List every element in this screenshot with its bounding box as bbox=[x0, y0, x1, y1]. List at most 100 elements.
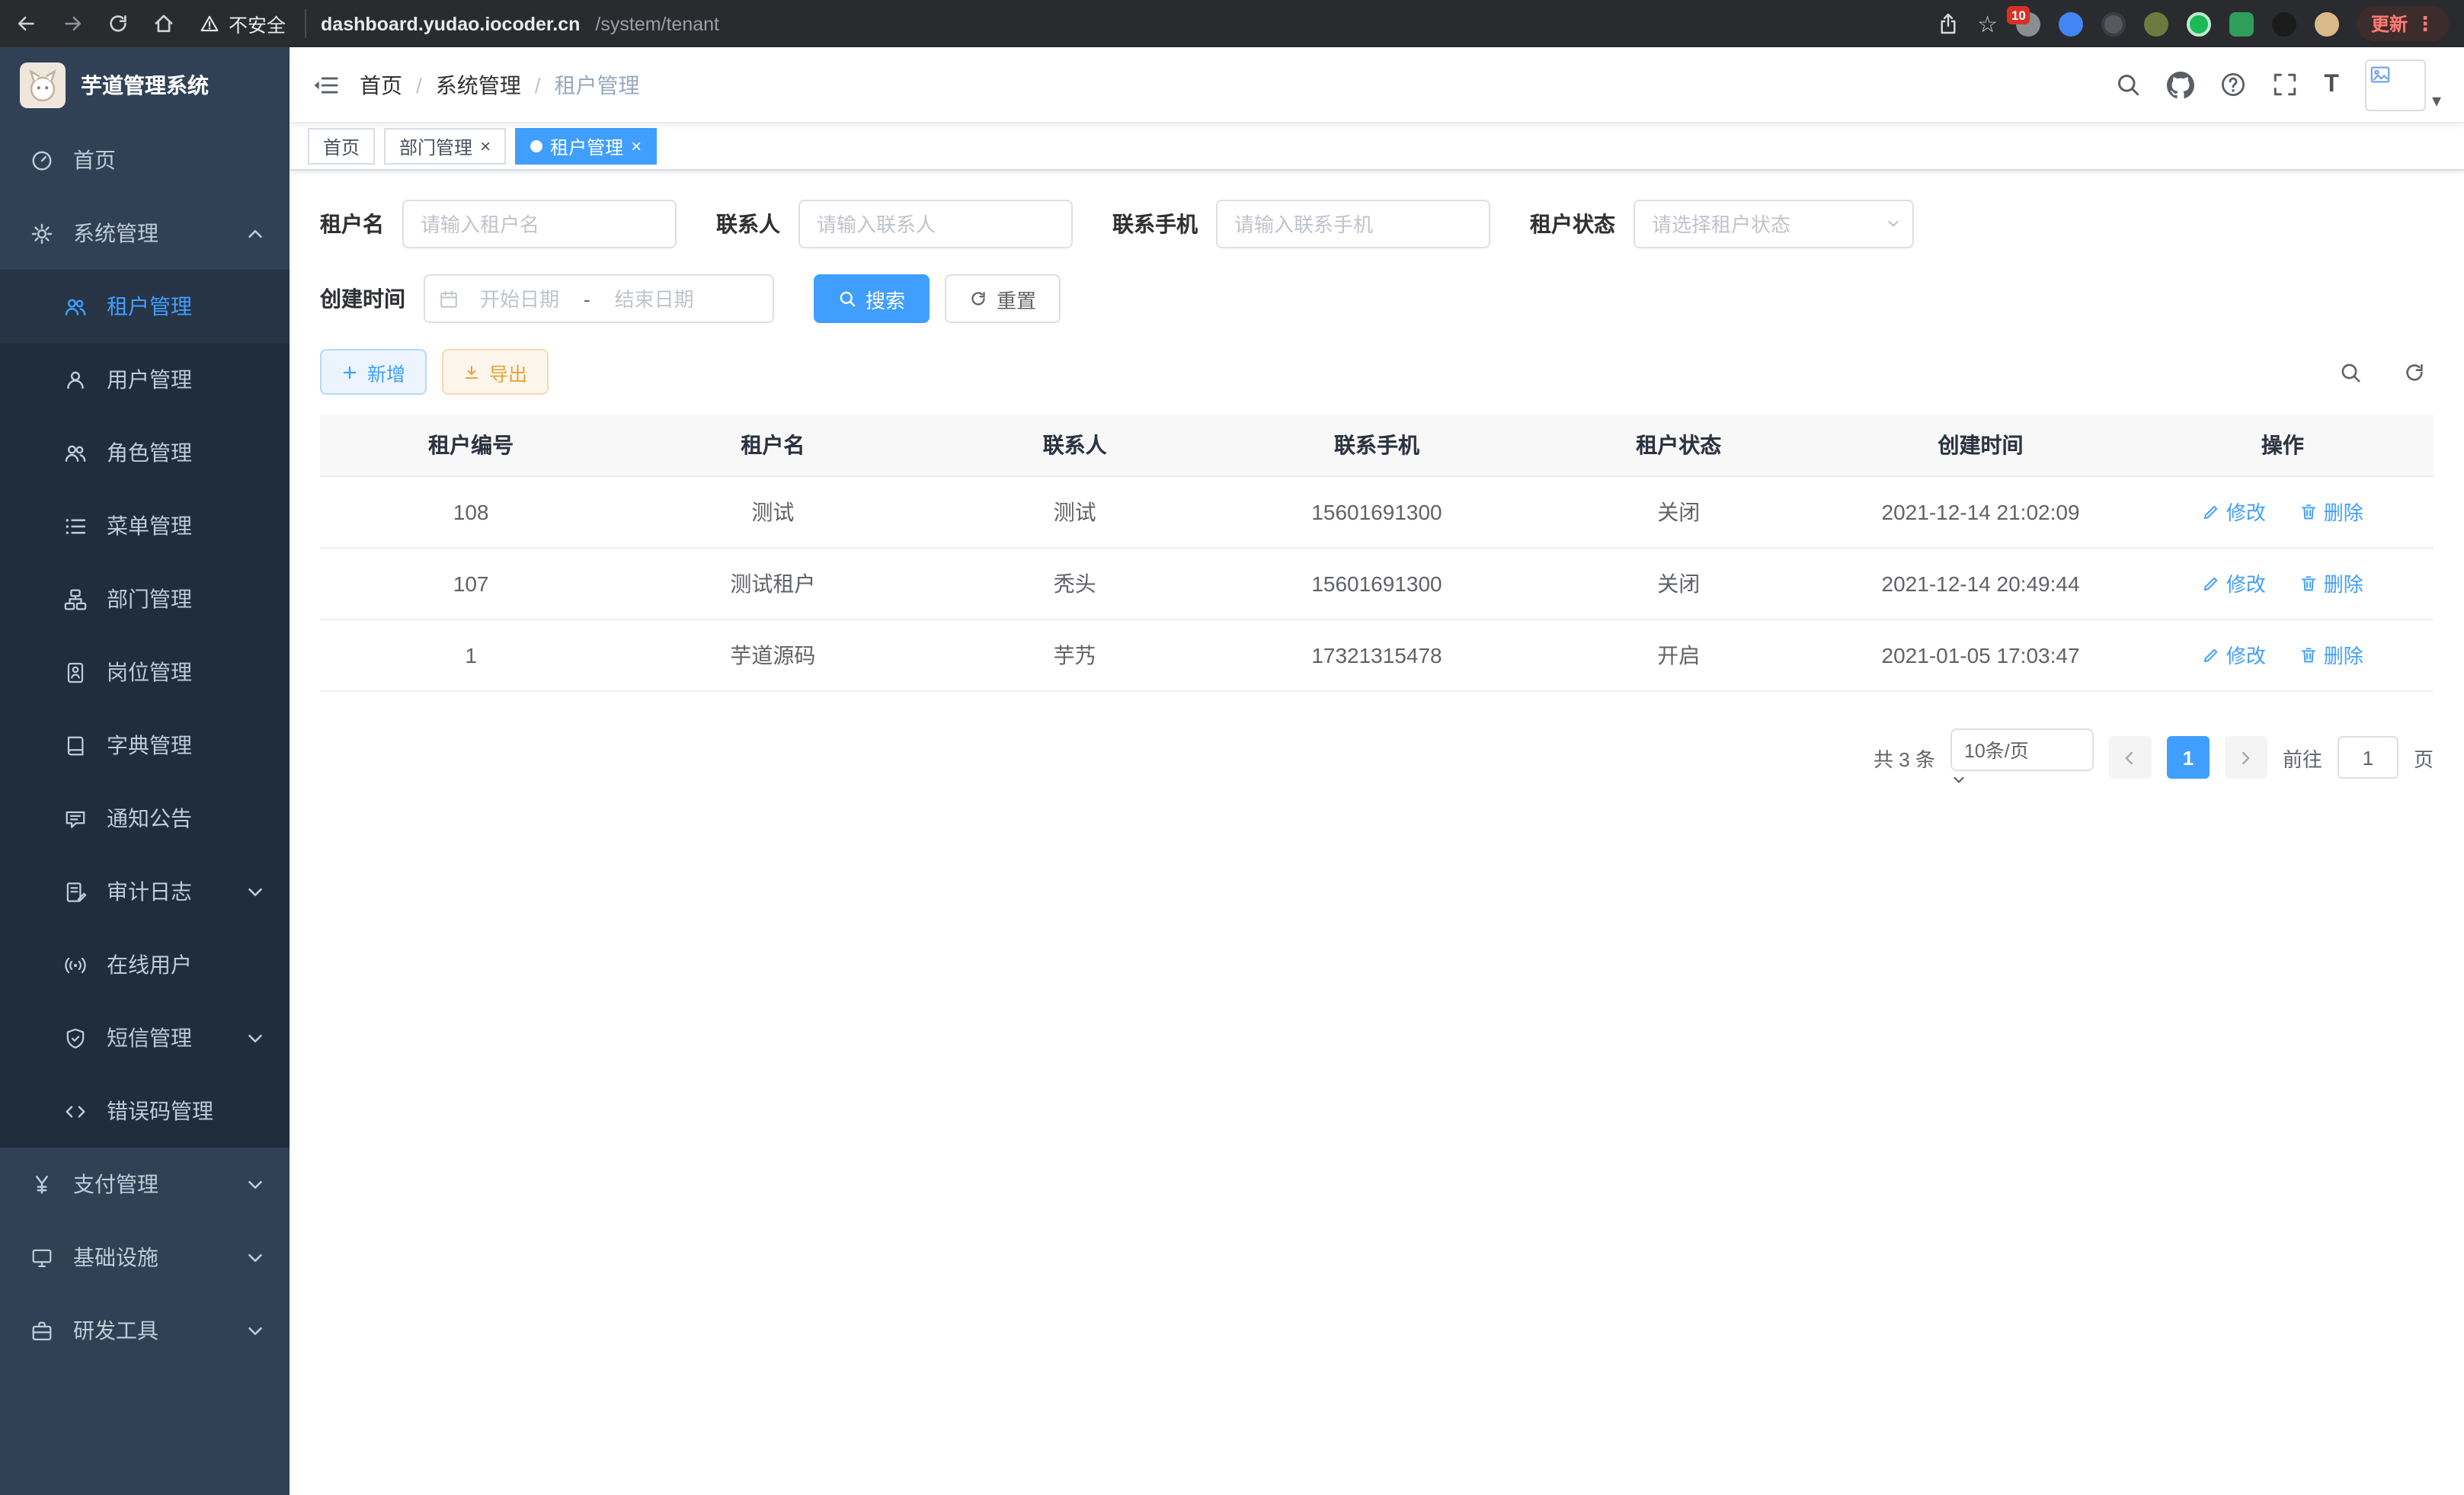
warning-icon bbox=[200, 14, 219, 34]
yen-icon bbox=[30, 1173, 53, 1196]
delete-link[interactable]: 删除 bbox=[2299, 568, 2363, 597]
chevron-down-icon bbox=[244, 880, 267, 903]
sidebar-item-notice[interactable]: 通知公告 bbox=[0, 782, 290, 855]
sidebar-item-dev-tools[interactable]: 研发工具 bbox=[0, 1294, 290, 1367]
add-button[interactable]: 新增 bbox=[320, 349, 427, 395]
cell-contact: 秃头 bbox=[924, 547, 1226, 619]
edit-link[interactable]: 修改 bbox=[2202, 568, 2266, 597]
fullscreen-icon[interactable] bbox=[2272, 72, 2298, 98]
forward-icon[interactable] bbox=[61, 12, 84, 35]
close-icon[interactable]: × bbox=[480, 137, 491, 155]
sidebar-item-dict[interactable]: 字典管理 bbox=[0, 709, 290, 782]
breadcrumb-home[interactable]: 首页 bbox=[360, 69, 402, 100]
sidebar-item-role[interactable]: 角色管理 bbox=[0, 416, 290, 489]
tab-dept[interactable]: 部门管理 × bbox=[384, 128, 506, 165]
sidebar-item-system[interactable]: 系统管理 bbox=[0, 197, 290, 270]
sidebar-item-error-code[interactable]: 错误码管理 bbox=[0, 1074, 290, 1148]
delete-link[interactable]: 删除 bbox=[2299, 497, 2363, 526]
extension-icon[interactable] bbox=[2059, 11, 2083, 36]
tab-home[interactable]: 首页 bbox=[308, 128, 375, 165]
security-chip[interactable]: 不安全 bbox=[200, 9, 306, 38]
home-icon[interactable] bbox=[152, 12, 175, 35]
sidebar-item-infrastructure[interactable]: 基础设施 bbox=[0, 1221, 290, 1294]
search-icon[interactable] bbox=[2115, 72, 2141, 98]
chevron-down-icon bbox=[244, 1173, 267, 1196]
start-date-input[interactable] bbox=[462, 287, 578, 310]
bookmark-star-icon[interactable]: ☆ bbox=[1977, 10, 1998, 37]
extension-icon[interactable] bbox=[2144, 11, 2168, 36]
sidebar-item-audit-log[interactable]: 审计日志 bbox=[0, 855, 290, 928]
breadcrumb-system[interactable]: 系统管理 bbox=[436, 69, 521, 100]
delete-link[interactable]: 删除 bbox=[2299, 640, 2363, 669]
extension-icon[interactable] bbox=[2187, 11, 2211, 36]
toggle-search-icon[interactable] bbox=[2330, 352, 2370, 392]
search-button[interactable]: 搜索 bbox=[814, 274, 930, 323]
cell-tenant-name: 测试 bbox=[622, 475, 923, 547]
reload-icon[interactable] bbox=[107, 12, 130, 35]
sidebar-item-user[interactable]: 用户管理 bbox=[0, 343, 290, 416]
sidebar-item-online-users[interactable]: 在线用户 bbox=[0, 928, 290, 1001]
extension-icon[interactable] bbox=[2272, 11, 2296, 36]
extension-icon[interactable] bbox=[2315, 11, 2339, 36]
cell-actions: 修改 删除 bbox=[2132, 619, 2434, 690]
sidebar-item-label: 首页 bbox=[73, 145, 116, 175]
back-icon[interactable] bbox=[15, 12, 38, 35]
edit-label: 修改 bbox=[2226, 640, 2266, 669]
extension-icon[interactable]: 10 bbox=[2016, 11, 2040, 36]
prev-page-button[interactable] bbox=[2109, 736, 2152, 779]
page-size-select[interactable] bbox=[1950, 728, 2094, 770]
goto-page-input[interactable] bbox=[2338, 736, 2398, 779]
browser-toolbar: 不安全 dashboard.yudao.iocoder.cn/system/te… bbox=[0, 0, 2464, 47]
org-tree-icon bbox=[64, 587, 87, 610]
next-page-button[interactable] bbox=[2225, 736, 2267, 779]
page-suffix: 页 bbox=[2414, 743, 2434, 772]
sidebar-item-menu[interactable]: 菜单管理 bbox=[0, 489, 290, 562]
phone-input[interactable] bbox=[1216, 200, 1490, 248]
url-host: dashboard.yudao.iocoder.cn bbox=[321, 13, 580, 34]
address-bar[interactable]: 不安全 dashboard.yudao.iocoder.cn/system/te… bbox=[190, 9, 1921, 38]
user-menu[interactable]: ▾ bbox=[2365, 59, 2441, 110]
sidebar-item-tenant[interactable]: 租户管理 bbox=[0, 270, 290, 343]
signal-icon bbox=[64, 953, 87, 976]
help-icon[interactable] bbox=[2220, 72, 2246, 98]
edit-link[interactable]: 修改 bbox=[2202, 640, 2266, 669]
tab-tenant[interactable]: 租户管理 × bbox=[515, 128, 657, 165]
status-select[interactable] bbox=[1634, 200, 1914, 248]
sidebar-item-home[interactable]: 首页 bbox=[0, 123, 290, 197]
end-date-input[interactable] bbox=[597, 287, 712, 310]
avatar[interactable] bbox=[2365, 59, 2426, 110]
github-icon[interactable] bbox=[2167, 71, 2194, 98]
date-range-picker[interactable]: - bbox=[424, 274, 774, 323]
sidebar-item-payment[interactable]: 支付管理 bbox=[0, 1148, 290, 1221]
refresh-table-icon[interactable] bbox=[2394, 352, 2434, 392]
cell-created: 2021-01-05 17:03:47 bbox=[1829, 619, 2131, 690]
table-header-row: 租户编号 租户名 联系人 联系手机 租户状态 创建时间 操作 bbox=[320, 415, 2434, 475]
user-icon bbox=[64, 368, 87, 391]
delete-label: 删除 bbox=[2324, 497, 2363, 526]
sidebar-collapse-icon[interactable] bbox=[312, 72, 338, 97]
reset-button[interactable]: 重置 bbox=[945, 274, 1061, 323]
sidebar-item-label: 菜单管理 bbox=[107, 511, 192, 541]
sidebar-item-post[interactable]: 岗位管理 bbox=[0, 635, 290, 709]
screen: 不安全 dashboard.yudao.iocoder.cn/system/te… bbox=[0, 0, 2464, 1495]
font-size-icon[interactable]: T bbox=[2324, 71, 2339, 98]
extension-icon[interactable] bbox=[2101, 11, 2126, 36]
share-icon[interactable] bbox=[1936, 12, 1959, 35]
edit-link[interactable]: 修改 bbox=[2202, 497, 2266, 526]
cell-tenant-name: 测试租户 bbox=[622, 547, 923, 619]
browser-update-button[interactable]: 更新 ⋮ bbox=[2357, 6, 2449, 41]
export-button[interactable]: 导出 bbox=[442, 349, 549, 395]
chevron-up-icon bbox=[244, 222, 267, 245]
browser-menu-icon[interactable]: ⋮ bbox=[2415, 11, 2435, 36]
extension-icon[interactable] bbox=[2229, 11, 2254, 36]
contact-input[interactable] bbox=[798, 200, 1073, 248]
sidebar-item-dept[interactable]: 部门管理 bbox=[0, 562, 290, 635]
cell-created: 2021-12-14 20:49:44 bbox=[1829, 547, 2131, 619]
tenant-name-input[interactable] bbox=[402, 200, 677, 248]
page-1-button[interactable]: 1 bbox=[2167, 736, 2210, 779]
column-header: 联系人 bbox=[924, 415, 1226, 475]
chevron-down-icon bbox=[1885, 215, 1902, 232]
caret-down-icon[interactable]: ▾ bbox=[2432, 89, 2441, 110]
sidebar-item-sms[interactable]: 短信管理 bbox=[0, 1001, 290, 1074]
close-icon[interactable]: × bbox=[631, 137, 642, 155]
